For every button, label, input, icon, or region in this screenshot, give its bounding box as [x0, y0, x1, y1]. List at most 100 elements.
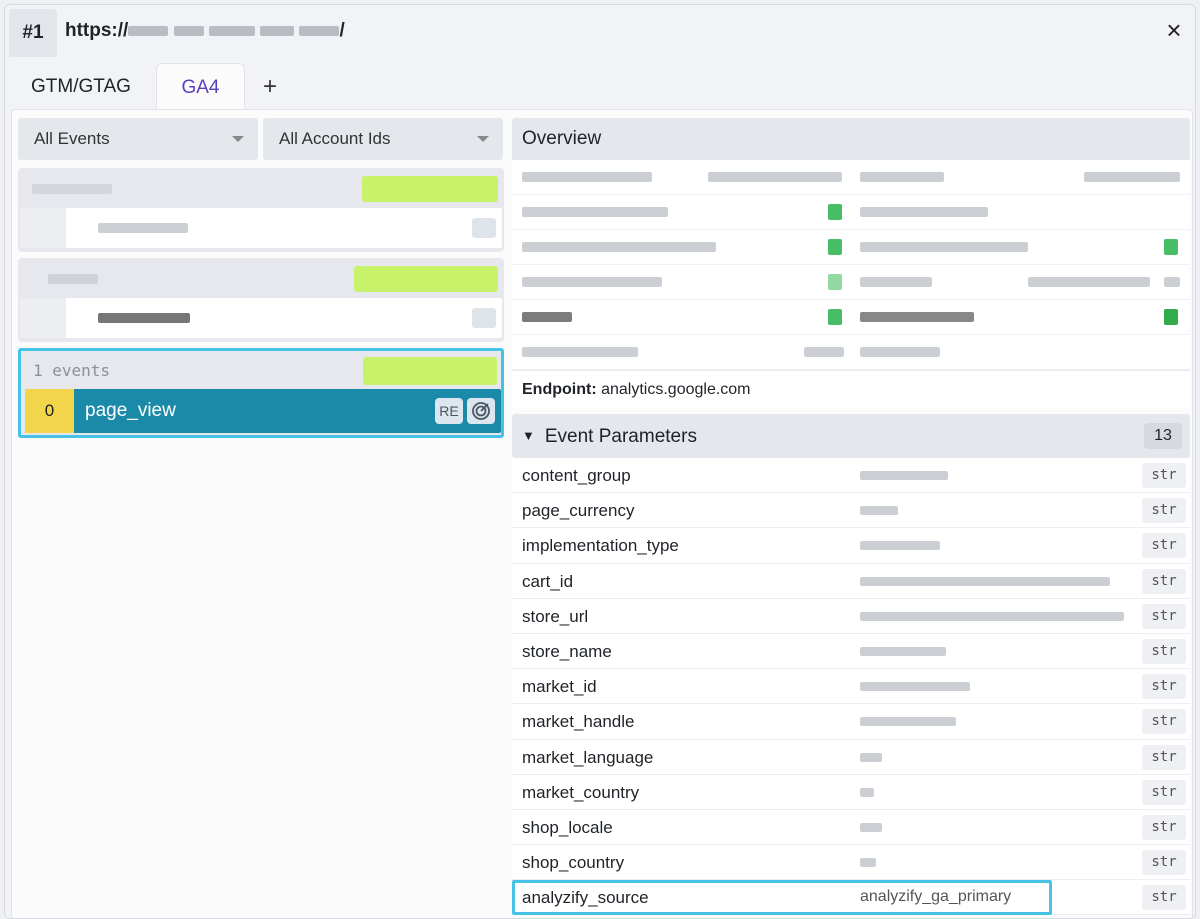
endpoint-value: analytics.google.com [601, 381, 751, 398]
events-count: 1 events [33, 361, 111, 380]
param-type: str [1142, 638, 1186, 664]
param-name: content_group [522, 466, 631, 485]
list-item[interactable] [20, 208, 502, 248]
status-green [828, 309, 842, 325]
redacted-text [522, 172, 652, 182]
main-panel: All Events All Account Ids 1 events 0 pa… [11, 109, 1193, 918]
events-filter-value: All Events [34, 129, 110, 148]
param-value-redacted [860, 471, 948, 480]
table-row[interactable]: store_name str [512, 634, 1190, 670]
param-name: page_currency [522, 501, 635, 521]
url-prefix: https:// [65, 20, 129, 41]
tab-bar: GTM/GTAG GA4 + [5, 59, 1195, 113]
param-name: market_language [522, 747, 654, 767]
re-button[interactable]: RE [435, 398, 463, 424]
url-redacted [260, 25, 295, 36]
param-name: market_handle [522, 712, 635, 732]
table-row[interactable]: market_id str [512, 669, 1190, 705]
url-redacted [173, 25, 204, 36]
param-value-redacted [860, 752, 882, 762]
param-name: implementation_type [522, 536, 679, 556]
tab-ga4[interactable]: GA4 [156, 63, 245, 113]
overview-grid [512, 160, 1190, 370]
param-type: str [1142, 533, 1186, 559]
param-name: shop_country [522, 853, 625, 873]
table-row[interactable]: market_country str [512, 775, 1190, 810]
list-item[interactable] [20, 298, 502, 338]
param-type: str [1142, 603, 1186, 629]
param-name: analyzify_source [522, 888, 649, 908]
table-row[interactable]: market_handle str [512, 704, 1190, 740]
close-icon[interactable]: × [1161, 17, 1187, 43]
status-green [828, 274, 842, 290]
group-badge [362, 176, 498, 202]
triangle-down-icon: ▼ [522, 428, 535, 443]
table-row[interactable]: store_url str [512, 599, 1190, 634]
endpoint-info: Endpoint: analytics.google.com [512, 370, 1190, 408]
event-group-header[interactable] [18, 168, 504, 208]
event-group-header[interactable] [18, 258, 504, 298]
param-name: shop_locale [522, 817, 613, 837]
param-type: str [1142, 885, 1186, 911]
event-row-page-view[interactable]: 0 page_view RE [25, 389, 501, 433]
group-badge [363, 357, 497, 385]
event-name: page_view [85, 400, 176, 421]
table-row[interactable]: implementation_type str [512, 528, 1190, 564]
param-value-redacted [860, 717, 956, 727]
url-redacted [299, 25, 340, 36]
param-value-redacted [860, 682, 970, 692]
status-green [1164, 239, 1178, 255]
event-index: 0 [25, 389, 74, 433]
group-badge [354, 266, 498, 292]
param-name: market_country [522, 782, 640, 802]
event-action-button[interactable] [472, 308, 496, 328]
table-row[interactable]: market_language str [512, 740, 1190, 775]
parameter-table: content_group str page_currency str impl… [512, 458, 1190, 916]
overview-row [512, 195, 1190, 230]
event-name-redacted [98, 313, 190, 323]
events-filter-select[interactable]: All Events [18, 118, 258, 160]
event-group[interactable] [18, 258, 504, 342]
redacted-text [860, 312, 974, 322]
target-icon[interactable] [467, 398, 495, 424]
redacted-text [860, 277, 932, 287]
redacted-text [522, 277, 662, 287]
tab-number[interactable]: #1 [9, 9, 57, 57]
param-value-redacted [860, 541, 940, 551]
event-group-selected[interactable]: 1 events 0 page_view RE [18, 348, 504, 438]
url-suffix: / [339, 20, 345, 41]
event-action-button[interactable] [472, 218, 496, 238]
table-row[interactable]: cart_id str [512, 564, 1190, 599]
redacted-text [804, 347, 844, 357]
accounts-filter-select[interactable]: All Account Ids [263, 118, 503, 160]
status-green [828, 239, 842, 255]
param-name: cart_id [522, 571, 574, 591]
event-group[interactable] [18, 168, 504, 252]
table-row[interactable]: shop_country str [512, 845, 1190, 881]
redacted-text [860, 347, 940, 357]
redacted-text [522, 347, 638, 357]
param-value-redacted [860, 611, 1124, 621]
param-name: store_url [522, 606, 589, 626]
redacted-text [860, 242, 1028, 252]
param-value-redacted [860, 646, 946, 656]
overview-title: Overview [512, 118, 1190, 160]
redacted-text [708, 172, 842, 182]
status-green [1164, 309, 1178, 325]
param-type: str [1142, 850, 1186, 876]
event-parameters-header[interactable]: ▼ Event Parameters 13 [512, 414, 1190, 458]
chevron-down-icon [232, 136, 244, 142]
page-url: https:// / [65, 20, 345, 42]
param-value-redacted [860, 576, 1110, 586]
table-row-highlighted[interactable]: analyzify_source analyzify_ga_primary st… [512, 880, 1190, 916]
event-index [20, 298, 66, 338]
table-row[interactable]: content_group str [512, 458, 1190, 494]
table-row[interactable]: page_currency str [512, 493, 1190, 529]
overview-row [512, 230, 1190, 265]
tab-gtm-gtag[interactable]: GTM/GTAG [9, 63, 153, 113]
table-row[interactable]: shop_locale str [512, 810, 1190, 846]
param-type: str [1142, 744, 1186, 770]
redacted-text [522, 312, 572, 322]
add-tab-button[interactable]: + [255, 63, 285, 113]
redacted-text [522, 242, 716, 252]
